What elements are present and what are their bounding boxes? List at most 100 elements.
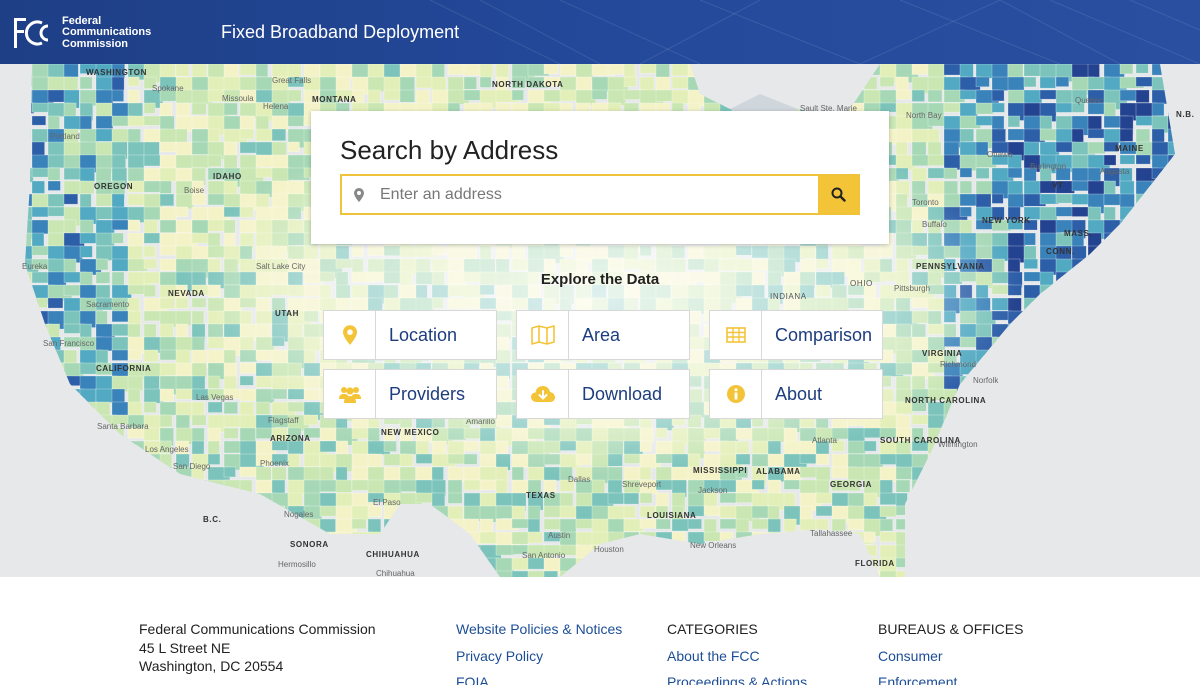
map-label-sonora: SONORA [290, 540, 329, 549]
map-city-flagstaff: Flagstaff [268, 416, 299, 425]
map-label-alabama: ALABAMA [756, 467, 801, 476]
map-city-los-angeles: Los Angeles [145, 445, 189, 454]
map-city-spokane: Spokane [152, 84, 184, 93]
map-city-norfolk: Norfolk [973, 376, 999, 385]
footer-bureaus: BUREAUS & OFFICES Consumer Enforcement [878, 620, 1023, 685]
map-city-dallas: Dallas [568, 475, 591, 484]
map-label-indiana: INDIANA [770, 292, 807, 301]
footer-link-proceedings[interactable]: Proceedings & Actions [667, 673, 807, 685]
map-label-nevada: NEVADA [168, 289, 205, 298]
map-city-quebec: Quebec [1075, 96, 1104, 105]
fcc-logo[interactable]: Federal Communications Commission [12, 15, 151, 51]
map-city-wilmington: Wilmington [938, 440, 978, 449]
tile-download-label: Download [582, 383, 663, 404]
footer-link-foia[interactable]: FOIA [456, 673, 622, 685]
footer-policy-links: Website Policies & Notices Privacy Polic… [456, 620, 622, 685]
map-label-new-mexico: NEW MEXICO [381, 428, 440, 437]
tile-area[interactable]: Area [516, 310, 690, 360]
map-label-vt: VT [1052, 181, 1064, 190]
cloud-download-icon [530, 386, 555, 402]
footer-bureaus-heading: BUREAUS & OFFICES [878, 621, 1024, 637]
map-city-tallahassee: Tallahassee [810, 529, 853, 538]
map-label-texas: TEXAS [526, 491, 556, 500]
map-label-oregon: OREGON [94, 182, 134, 191]
map-city-portland: Portland [50, 132, 80, 141]
map-label-georgia: GEORGIA [830, 480, 872, 489]
footer-link-website-policies[interactable]: Website Policies & Notices [456, 620, 622, 639]
explore-title: Explore the Data [540, 271, 660, 288]
map-city-hermosillo: Hermosillo [278, 560, 316, 569]
map-label-new-york: NEW YORK [982, 216, 1031, 225]
tile-download[interactable]: Download [516, 369, 690, 419]
map-city-new-orleans: New Orleans [690, 541, 737, 550]
map-city-ottawa: Ottawa [987, 150, 1013, 159]
tile-providers-label: Providers [389, 383, 466, 404]
map-city-toronto: Toronto [912, 198, 939, 207]
site-footer: Federal Communications Commission 45 L S… [0, 577, 1200, 685]
map-pin-icon [342, 325, 357, 345]
footer-categories-heading: CATEGORIES [667, 621, 758, 637]
map-label-utah: UTAH [275, 309, 300, 318]
map-city-nogales: Nogales [284, 510, 314, 519]
map-city-san-francisco: San Francisco [43, 339, 95, 348]
footer-link-about-fcc[interactable]: About the FCC [667, 647, 807, 666]
map-city-north-bay: North Bay [906, 111, 942, 120]
map-label-virginia: VIRGINIA [922, 349, 963, 358]
map-label-washington: WASHINGTON [86, 68, 147, 77]
address-search-box [340, 174, 860, 215]
search-input-wrap [342, 176, 818, 213]
agency-name: Federal Communications Commission [62, 15, 151, 51]
map-city-burlington: Burlington [1030, 162, 1067, 171]
footer-address: Federal Communications Commission 45 L S… [139, 620, 376, 676]
tile-comparison-icon-wrap [710, 311, 762, 359]
tile-about[interactable]: About [709, 369, 883, 419]
tile-about-icon-wrap [710, 370, 762, 418]
tile-comparison-label: Comparison [775, 324, 873, 345]
map-city-salt-lake-city: Salt Lake City [256, 262, 306, 271]
search-button[interactable] [818, 176, 858, 213]
agency-line-3: Commission [62, 37, 129, 50]
footer-link-privacy-policy[interactable]: Privacy Policy [456, 647, 622, 666]
map-city-richmond: Richmond [940, 360, 977, 369]
footer-link-consumer[interactable]: Consumer [878, 647, 1023, 666]
map-label-montana: MONTANA [312, 95, 357, 104]
map-city-las-vegas: Las Vegas [196, 393, 234, 402]
map-label-north-carolina: NORTH CAROLINA [905, 396, 987, 405]
fcc-logo-mark-icon [14, 18, 49, 48]
tile-location[interactable]: Location [323, 310, 497, 360]
site-header: Federal Communications Commission Fixed … [0, 0, 1200, 64]
search-icon [831, 187, 846, 202]
tile-providers[interactable]: Providers [323, 369, 497, 419]
map-label-pennsylvania: PENNSYLVANIA [916, 262, 985, 271]
map-label-maine: MAINE [1115, 144, 1144, 153]
map-city-san-diego: San Diego [173, 462, 211, 471]
map-city-augusta: Augusta [1100, 167, 1130, 176]
footer-categories: CATEGORIES About the FCC Proceedings & A… [667, 620, 807, 685]
footer-address-line-2: 45 L Street NE [139, 639, 231, 656]
map-label-mississippi: MISSISSIPPI [693, 466, 748, 475]
map-label-arizona: ARIZONA [270, 434, 311, 443]
users-icon [338, 387, 361, 403]
site-title[interactable]: Fixed Broadband Deployment [221, 22, 459, 43]
map-city-great-falls: Great Falls [272, 76, 312, 85]
tile-comparison[interactable]: Comparison [709, 310, 883, 360]
footer-address-line-1: Federal Communications Commission [139, 621, 376, 637]
map-city-eureka: Eureka [22, 262, 48, 271]
map-label-conn: CONN. [1046, 247, 1075, 256]
address-search-input[interactable] [380, 185, 800, 204]
map-city-shreveport: Shreveport [622, 480, 662, 489]
map-label-louisiana: LOUISIANA [647, 511, 697, 520]
map-city-boise: Boise [184, 186, 205, 195]
tile-download-icon-wrap [517, 370, 569, 418]
footer-link-enforcement[interactable]: Enforcement [878, 673, 1023, 685]
map-label-north-dakota: NORTH DAKOTA [492, 80, 564, 89]
map-city-missoula: Missoula [222, 94, 254, 103]
map-city-austin: Austin [548, 531, 571, 540]
map-city-sacramento: Sacramento [86, 300, 130, 309]
footer-address-line-3: Washington, DC 20554 [139, 658, 284, 675]
map-label-bc: B.C. [203, 515, 222, 524]
map-pin-icon [354, 187, 364, 202]
search-card: Search by Address [311, 111, 889, 244]
map-city-chihuahua: Chihuahua [376, 569, 415, 577]
info-icon [726, 385, 745, 403]
